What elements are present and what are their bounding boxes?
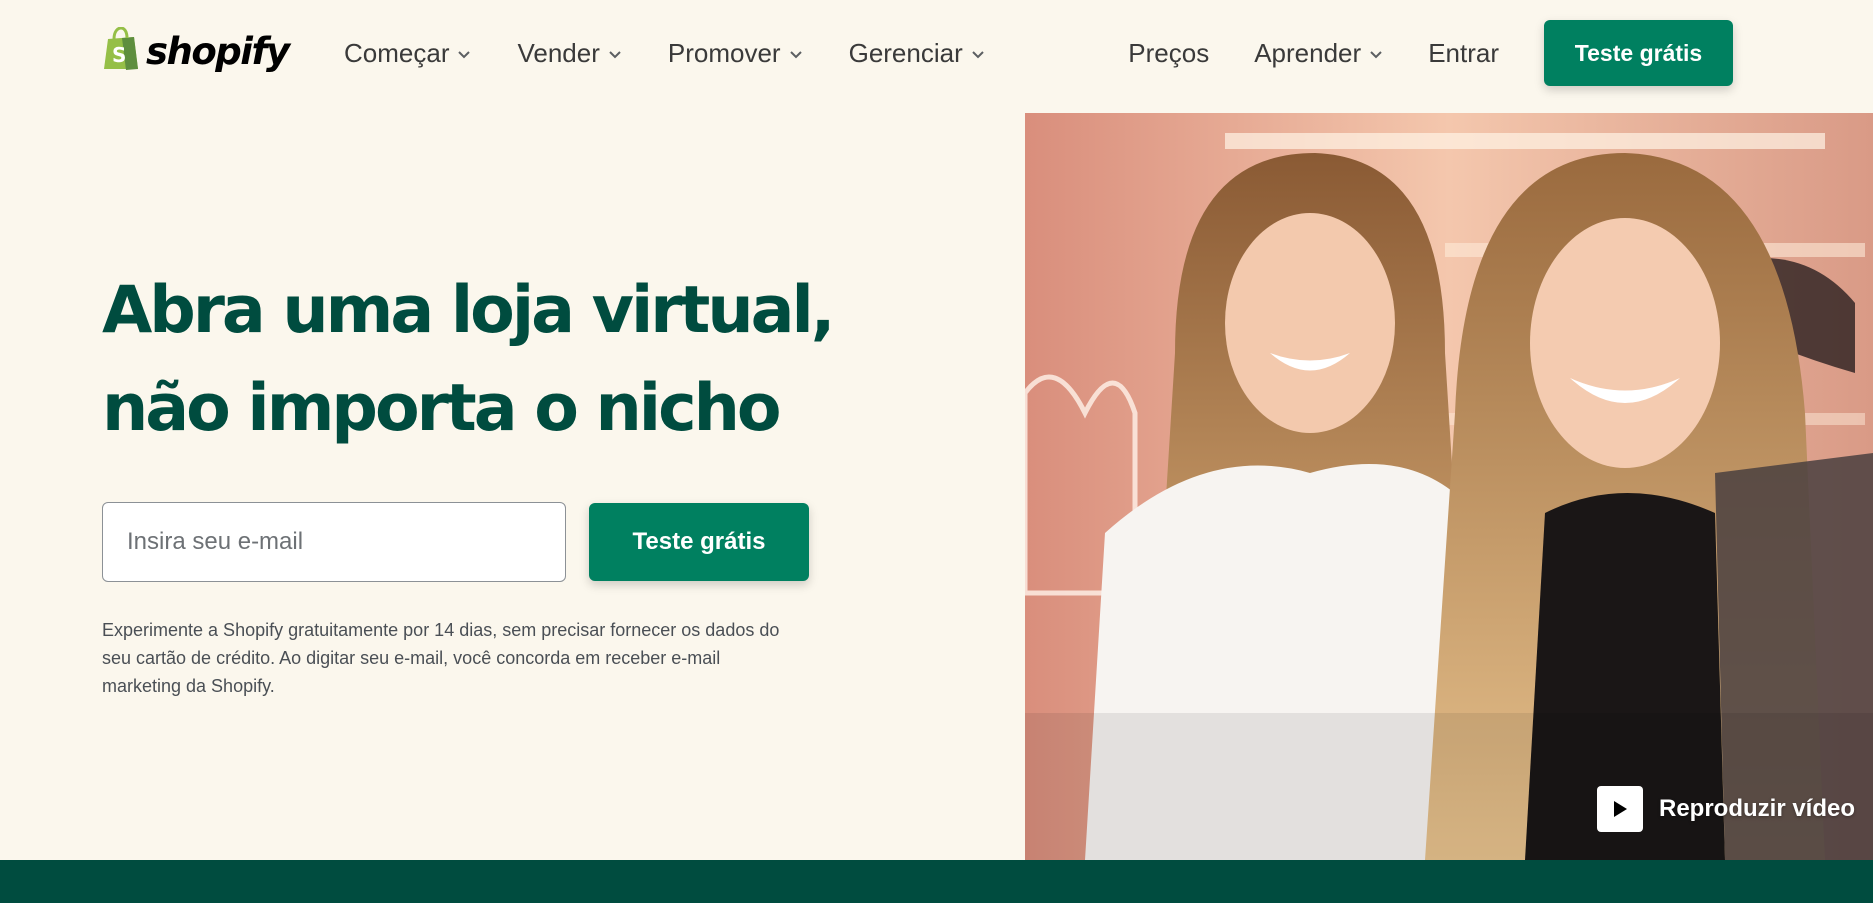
site-header: S shopify Começar Vender Promover Gerenc…	[0, 0, 1873, 108]
hero-photo	[1025, 113, 1873, 860]
secondary-nav: Preços Aprender Entrar Teste grátis	[1083, 20, 1733, 86]
headline-line-2: não importa o nicho	[102, 371, 782, 446]
email-input[interactable]	[102, 502, 566, 582]
nav-item-precos[interactable]: Preços	[1128, 38, 1209, 69]
svg-text:S: S	[112, 43, 126, 67]
play-icon	[1597, 786, 1643, 832]
nav-item-aprender[interactable]: Aprender	[1254, 38, 1383, 69]
disclaimer-line-1: Experimente a Shopify gratuitamente por …	[102, 620, 780, 640]
logo-wordmark: shopify	[146, 29, 290, 73]
header-free-trial-button[interactable]: Teste grátis	[1544, 20, 1733, 86]
chevron-down-icon	[1370, 50, 1382, 58]
play-video-label: Reproduzir vídeo	[1659, 795, 1856, 822]
nav-label: Vender	[517, 37, 600, 68]
nav-item-entrar[interactable]: Entrar	[1428, 38, 1499, 69]
nav-item-vender[interactable]: Vender	[517, 38, 621, 69]
nav-label: Promover	[667, 37, 781, 68]
shopify-bag-icon: S	[102, 25, 140, 76]
chevron-down-icon	[972, 50, 984, 58]
nav-label: Preços	[1128, 37, 1210, 68]
disclaimer-line-2: seu cartão de crédito. Ao digitar seu e-…	[102, 648, 721, 668]
hero-video-thumbnail[interactable]	[1025, 113, 1873, 860]
page: S shopify Começar Vender Promover Gerenc…	[0, 0, 1873, 903]
nav-label: Aprender	[1254, 37, 1362, 68]
hero-free-trial-button[interactable]: Teste grátis	[589, 503, 809, 581]
headline-line-1: Abra uma loja virtual,	[102, 273, 835, 348]
nav-item-promover[interactable]: Promover	[668, 38, 803, 69]
nav-label: Gerenciar	[848, 37, 963, 68]
nav-item-gerenciar[interactable]: Gerenciar	[849, 38, 985, 69]
nav-item-comecar[interactable]: Começar	[344, 38, 471, 69]
primary-nav: Começar Vender Promover Gerenciar	[344, 30, 1031, 76]
chevron-down-icon	[789, 50, 802, 58]
disclaimer-line-3: marketing da Shopify.	[102, 676, 275, 696]
hero-headline: Abra uma loja virtual, não importa o nic…	[102, 262, 862, 458]
nav-label: Entrar	[1428, 37, 1499, 68]
play-video-button[interactable]: Reproduzir vídeo	[1597, 786, 1855, 832]
shopify-logo[interactable]: S shopify	[102, 25, 290, 76]
footer-band	[0, 860, 1873, 903]
chevron-down-icon	[609, 50, 621, 58]
trial-disclaimer: Experimente a Shopify gratuitamente por …	[102, 616, 812, 700]
nav-label: Começar	[344, 37, 450, 68]
chevron-down-icon	[458, 50, 471, 58]
